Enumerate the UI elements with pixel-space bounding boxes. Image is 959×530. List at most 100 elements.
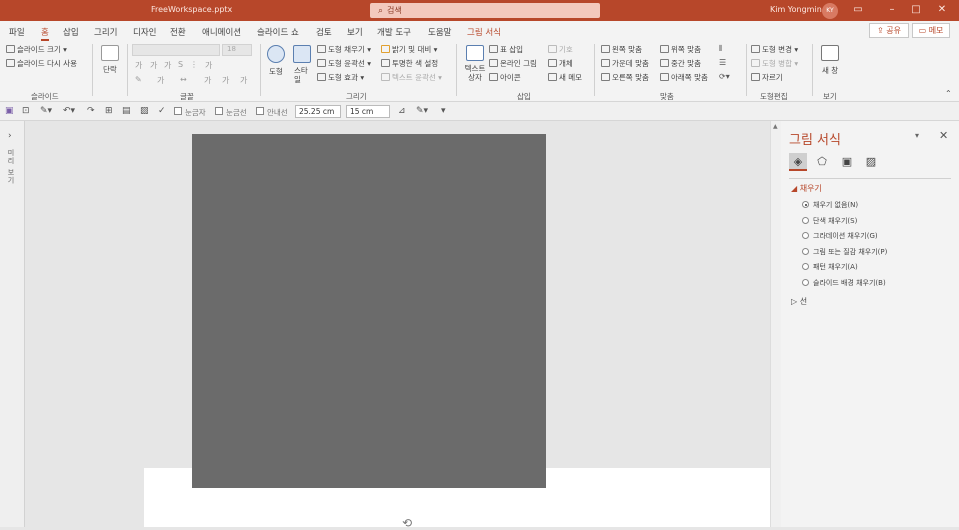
image-icon[interactable]: ▨ <box>140 106 149 116</box>
change-case-icon[interactable]: 가 <box>240 75 247 86</box>
new-window-label[interactable]: 새 창 <box>822 65 838 76</box>
object-button[interactable]: 개체 <box>548 58 573 69</box>
ruler-checkbox[interactable] <box>174 107 182 115</box>
fill-section-header[interactable]: ◢ 채우기 <box>791 183 822 194</box>
clear-format-icon[interactable]: 가 <box>205 60 212 71</box>
maximize-icon[interactable]: □ <box>906 2 926 18</box>
close-icon[interactable]: ✕ <box>932 2 952 18</box>
styles-icon[interactable] <box>293 45 311 63</box>
shape-outline-button[interactable]: 도형 윤곽선 ▾ <box>317 58 371 69</box>
guides-checkbox[interactable] <box>256 107 264 115</box>
tab-review[interactable]: 검토 <box>316 26 332 38</box>
online-picture-button[interactable]: 온라인 그림 <box>489 58 537 69</box>
table-button[interactable]: 표 삽입 <box>489 44 523 55</box>
fill-option-picture[interactable]: 그림 또는 질감 채우기(P) <box>802 247 887 257</box>
tab-draw[interactable]: 그리기 <box>94 26 117 38</box>
reuse-slides-button[interactable]: 슬라이드 다시 사용 <box>6 58 77 69</box>
line-section-header[interactable]: ▷ 선 <box>791 296 807 307</box>
align-left-button[interactable]: 왼쪽 맞춤 <box>601 44 642 55</box>
fill-line-icon[interactable]: ◈ <box>789 153 807 171</box>
paragraph-icon[interactable] <box>101 45 119 61</box>
customize-qat-icon[interactable]: ▾ <box>441 106 446 116</box>
fill-option-pattern[interactable]: 패턴 채우기(A) <box>802 262 858 272</box>
distribute-v-icon[interactable]: ☰ <box>719 58 726 67</box>
tab-picture-format[interactable]: 그림 서식 <box>467 26 501 38</box>
align-bottom-button[interactable]: 아래쪽 맞춤 <box>660 72 708 83</box>
ribbon-display-icon[interactable]: ▭ <box>848 2 868 18</box>
grow-font-icon[interactable]: 가 <box>204 75 211 86</box>
tab-transitions[interactable]: 전환 <box>170 26 186 38</box>
spell-icon[interactable]: ✓ <box>158 106 166 116</box>
save-icon[interactable]: ▣ <box>5 106 14 116</box>
picture-icon[interactable]: ▨ <box>862 153 880 171</box>
font-size-combo[interactable]: 18 <box>222 44 252 56</box>
width-input[interactable]: 25.25 cm <box>295 105 341 118</box>
edit-icon[interactable]: ✎▾ <box>416 106 428 116</box>
new-memo-button[interactable]: 새 메모 <box>548 72 582 83</box>
shrink-font-icon[interactable]: 가 <box>222 75 229 86</box>
fill-option-background[interactable]: 슬라이드 배경 채우기(B) <box>802 278 886 288</box>
distribute-h-icon[interactable]: ⫴ <box>719 44 722 54</box>
textbox-icon[interactable] <box>466 45 484 61</box>
format-painter-icon[interactable]: ✎▾ <box>40 106 52 116</box>
italic-icon[interactable]: 가 <box>150 60 157 71</box>
text-outline-button[interactable]: 텍스트 윤곽선 ▾ <box>381 72 442 83</box>
size-properties-icon[interactable]: ▣ <box>838 153 856 171</box>
rotate-handle-icon[interactable]: ⟲ <box>402 516 412 530</box>
collapse-ribbon-icon[interactable]: ⌃ <box>945 89 952 98</box>
user-name[interactable]: Kim Yongmin <box>770 5 822 14</box>
scroll-up-icon[interactable]: ▲ <box>773 123 778 130</box>
fill-option-none[interactable]: 채우기 없음(N) <box>802 200 858 210</box>
page-icon[interactable]: ▤ <box>122 106 131 116</box>
memo-button[interactable]: ▭ 메모 <box>912 23 950 38</box>
fill-option-gradient[interactable]: 그라데이션 채우기(G) <box>802 231 878 241</box>
align-middle-button[interactable]: 중간 맞춤 <box>660 58 701 69</box>
height-input[interactable]: 15 cm <box>346 105 390 118</box>
icons-button[interactable]: 아이콘 <box>489 72 521 83</box>
redo-icon[interactable]: ↷ <box>87 106 95 116</box>
bold-icon[interactable]: 가 <box>135 60 142 71</box>
grid-checkbox[interactable] <box>215 107 223 115</box>
shapes-icon[interactable] <box>267 45 285 63</box>
undo-icon[interactable]: ↶▾ <box>63 106 75 116</box>
present-icon[interactable]: ⊞ <box>105 106 113 116</box>
selected-picture[interactable] <box>192 134 546 488</box>
merge-shape-button[interactable]: 도형 병합 ▾ <box>751 58 798 69</box>
tab-home[interactable]: 홈 <box>41 26 49 41</box>
effects-icon[interactable]: ⬠ <box>813 153 831 171</box>
minimize-icon[interactable]: – <box>882 2 902 18</box>
pane-close-icon[interactable]: ✕ <box>939 129 948 142</box>
underline-icon[interactable]: 가 <box>164 60 171 71</box>
tab-file[interactable]: 파일 <box>9 26 25 38</box>
expand-icon[interactable]: › <box>8 131 12 141</box>
tab-slideshow[interactable]: 슬라이드 쇼 <box>257 26 299 38</box>
transparent-button[interactable]: 투명한 색 설정 <box>381 58 438 69</box>
pane-options-icon[interactable]: ▾ <box>915 131 919 140</box>
font-name-combo[interactable] <box>132 44 220 56</box>
text-direction-icon[interactable]: ⊿ <box>398 106 406 116</box>
tab-help[interactable]: 도움말 <box>428 26 451 38</box>
rotate-icon[interactable]: ⟳▾ <box>719 72 730 81</box>
change-shape-button[interactable]: 도형 변경 ▾ <box>751 44 798 55</box>
char-spacing-icon[interactable]: ↔ <box>180 75 187 84</box>
symbol-button[interactable]: 기호 <box>548 44 573 55</box>
shapes-label[interactable]: 도형 <box>269 66 283 77</box>
save-as-icon[interactable]: ⊡ <box>22 106 30 116</box>
brightness-button[interactable]: 밝기 및 대비 ▾ <box>381 44 437 55</box>
font-color-icon[interactable]: 가 <box>157 75 164 86</box>
strike-icon[interactable]: S <box>178 60 183 69</box>
slide-size-button[interactable]: 슬라이드 크기 ▾ <box>6 44 67 55</box>
crop-button[interactable]: 자르기 <box>751 72 783 83</box>
avatar[interactable]: KY <box>822 3 838 19</box>
shape-fill-button[interactable]: 도형 채우기 ▾ <box>317 44 371 55</box>
new-window-icon[interactable] <box>821 45 839 61</box>
tab-animations[interactable]: 애니메이션 <box>202 26 241 38</box>
search-box[interactable]: ⌕ 검색 <box>370 3 600 18</box>
shadow-icon[interactable]: ⋮ <box>190 60 198 69</box>
fill-option-solid[interactable]: 단색 채우기(S) <box>802 216 857 226</box>
paragraph-label[interactable]: 단락 <box>103 64 117 75</box>
tab-developer[interactable]: 개발 도구 <box>377 26 411 38</box>
styles-label[interactable]: 스타일 <box>294 66 308 84</box>
align-right-button[interactable]: 오른쪽 맞춤 <box>601 72 649 83</box>
vertical-scrollbar[interactable]: ▲ <box>770 121 781 527</box>
